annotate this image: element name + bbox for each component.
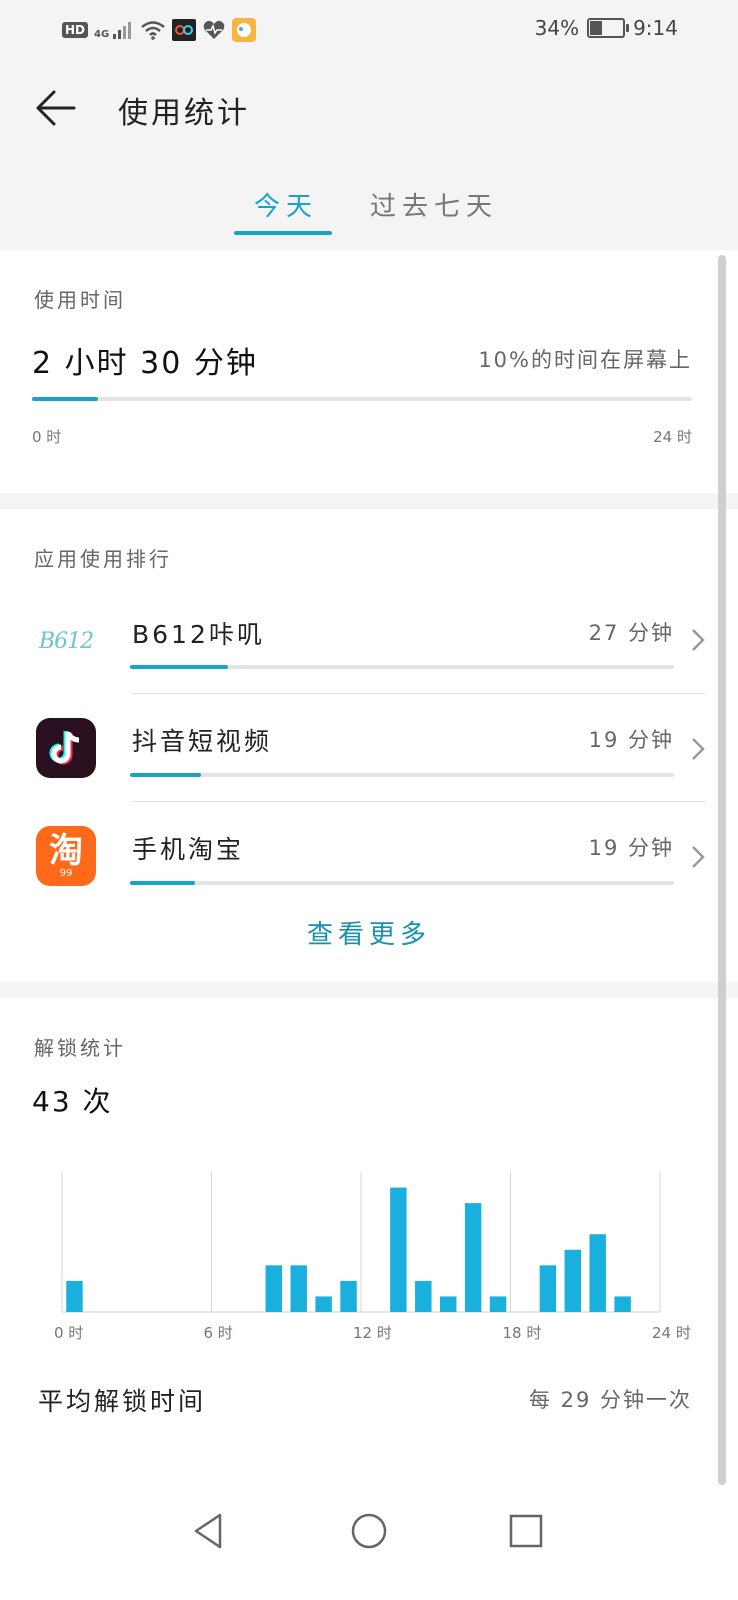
- app-name: 抖音短视频: [132, 727, 273, 756]
- chevron-right-icon: [692, 629, 705, 651]
- unlock-stats-card: 解锁统计 43 次 0 时 6 时 12 时 18 时 24 时 平均解锁时间 每 29…: [0, 998, 738, 1485]
- see-more-link[interactable]: 查看更多: [0, 914, 738, 951]
- clock: 9:14: [633, 16, 678, 40]
- app-progress: [130, 665, 674, 669]
- chart-bar: [415, 1280, 432, 1312]
- chart-x-tick-label: 0 时: [54, 1324, 83, 1342]
- unlock-stats-label: 解锁统计: [34, 1036, 126, 1060]
- b612-icon: B612: [36, 611, 96, 671]
- chart-x-tick-label: 18 时: [503, 1324, 542, 1342]
- status-icons: HD 4G: [62, 18, 257, 42]
- app-time: 27 分钟: [588, 621, 674, 645]
- tab-today[interactable]: 今天: [254, 186, 318, 223]
- chart-bar: [290, 1265, 307, 1312]
- nav-home-icon[interactable]: [349, 1511, 389, 1551]
- b612-icon-text: B612: [38, 628, 94, 654]
- app-time: 19 分钟: [588, 836, 674, 860]
- chevron-right-icon: [692, 738, 705, 760]
- usage-progress: [32, 397, 692, 401]
- app-notification-icon: [172, 19, 197, 41]
- chart-bar: [340, 1280, 357, 1312]
- scrollbar[interactable]: [718, 255, 726, 1485]
- nav-back-icon[interactable]: [190, 1511, 226, 1551]
- chart-x-tick-label: 12 时: [353, 1324, 392, 1342]
- app-progress-fill: [130, 773, 201, 777]
- chart-x-tick-label: 24 时: [652, 1324, 691, 1342]
- usage-start-label: 0 时: [32, 428, 62, 446]
- chart-bar: [315, 1296, 332, 1312]
- chevron-right-icon: [692, 846, 705, 868]
- app-progress: [130, 881, 674, 885]
- back-button[interactable]: [34, 86, 78, 130]
- avg-unlock-label: 平均解锁时间: [38, 1387, 207, 1416]
- battery-icon: [587, 18, 630, 38]
- health-icon: [203, 20, 225, 39]
- wifi-icon: [141, 21, 165, 40]
- app-row-douyin[interactable]: 抖音短视频 19 分钟: [0, 694, 738, 802]
- signal-icon: 4G: [94, 20, 134, 40]
- chart-x-tick-label: 6 时: [204, 1324, 233, 1342]
- usage-total: 2 小时 30 分钟: [32, 346, 258, 381]
- chart-bar: [464, 1203, 482, 1312]
- screen-percent: 10%的时间在屏幕上: [478, 348, 692, 372]
- douyin-icon: [36, 718, 96, 778]
- network-type: 4G: [94, 29, 110, 40]
- app-progress-fill: [130, 881, 196, 885]
- unlock-chart: 0 时 6 时 12 时 18 时 24 时: [54, 1172, 691, 1342]
- app-row-taobao[interactable]: 淘 99 手机淘宝 19 分钟: [0, 802, 738, 910]
- hd-indicator: HD: [62, 22, 89, 38]
- tab-past-seven-days[interactable]: 过去七天: [370, 186, 498, 223]
- chart-bar: [390, 1187, 407, 1312]
- app-progress-fill: [130, 665, 228, 669]
- chart-bar: [489, 1296, 507, 1312]
- app-progress: [130, 773, 674, 777]
- taobao-icon-text: 淘: [49, 831, 83, 871]
- usage-time-label: 使用时间: [34, 288, 126, 312]
- music-note-icon: [49, 731, 80, 765]
- avg-unlock-value: 每 29 分钟一次: [528, 1388, 692, 1412]
- usage-end-label: 24 时: [653, 428, 692, 446]
- app-name: 手机淘宝: [132, 835, 245, 864]
- app-time: 19 分钟: [588, 728, 674, 752]
- arrow-left-icon: [36, 90, 76, 126]
- status-bar: HD 4G 34% 9:14: [0, 0, 738, 60]
- usage-time-card: 使用时间 2 小时 30 分钟 10%的时间在屏幕上 0 时 24 时: [0, 250, 738, 493]
- usage-progress-fill: [32, 397, 98, 401]
- chart-bar: [539, 1265, 557, 1312]
- app-row-b612[interactable]: B612 B612咔叽 27 分钟: [0, 585, 738, 693]
- taobao-icon-sub: 99: [59, 868, 73, 879]
- chart-bar: [439, 1296, 457, 1312]
- chart-bar: [66, 1280, 83, 1312]
- chat-app-icon: [232, 18, 257, 42]
- chart-bar: [614, 1296, 631, 1312]
- tab-indicator: [234, 231, 332, 235]
- chart-bar: [564, 1249, 582, 1312]
- app-ranking-label: 应用使用排行: [34, 547, 172, 571]
- nav-recents-icon[interactable]: [508, 1513, 544, 1549]
- navigation-bar: [0, 1485, 738, 1600]
- taobao-icon: 淘 99: [36, 826, 96, 886]
- chart-bar: [589, 1234, 606, 1312]
- app-name: B612咔叽: [132, 620, 265, 649]
- page-title: 使用统计: [118, 96, 250, 131]
- unlock-count: 43 次: [32, 1085, 113, 1118]
- battery-percent: 34%: [534, 16, 580, 40]
- status-right: 34% 9:14: [535, 16, 678, 40]
- chart-bar: [265, 1265, 283, 1312]
